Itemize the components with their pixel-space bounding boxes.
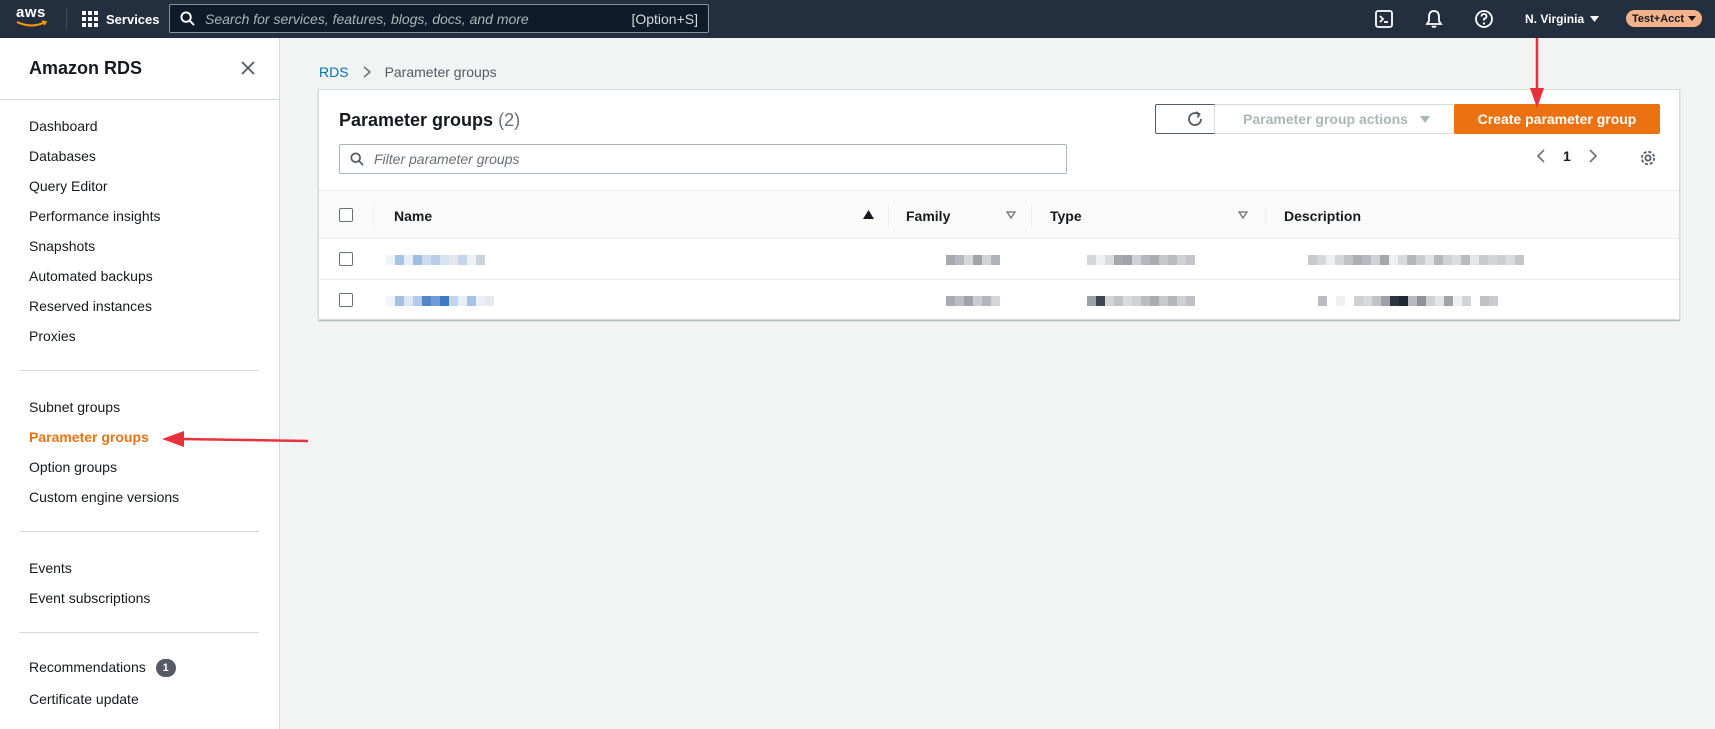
global-search-input[interactable]: Search for services, features, blogs, do…: [169, 4, 709, 33]
sidebar-item-parameter-groups[interactable]: Parameter groups: [29, 428, 149, 446]
notifications-icon[interactable]: [1424, 9, 1444, 29]
services-grid-icon: [82, 11, 98, 27]
panel-title-count: (2): [498, 110, 521, 130]
sidebar-divider: [19, 531, 259, 532]
search-placeholder: Search for services, features, blogs, do…: [205, 10, 529, 27]
sort-icon: [1238, 211, 1248, 219]
sidebar-item-events[interactable]: Events: [29, 559, 72, 577]
redacted-description: [1318, 296, 1498, 306]
column-label: Family: [906, 207, 951, 224]
column-separator: [1265, 205, 1266, 227]
aws-logo[interactable]: aws: [16, 4, 50, 32]
services-label: Services: [106, 11, 160, 27]
pagination: 1: [1536, 148, 1598, 164]
top-navigation: aws Services Search for services, featur…: [0, 0, 1715, 38]
redacted-family: [946, 255, 1000, 265]
create-parameter-group-button[interactable]: Create parameter group: [1454, 104, 1660, 134]
redacted-type: [1087, 255, 1195, 265]
breadcrumb: RDS Parameter groups: [319, 64, 497, 80]
chevron-right-icon: [363, 66, 371, 78]
sidebar-item-query-editor[interactable]: Query Editor: [29, 177, 108, 195]
column-label: Type: [1050, 207, 1082, 224]
search-icon: [350, 152, 364, 166]
column-header-description[interactable]: Description: [1284, 191, 1484, 240]
sidebar-item-reserved-instances[interactable]: Reserved instances: [29, 297, 152, 315]
redacted-name[interactable]: [386, 255, 485, 265]
sidebar-item-recommendations[interactable]: Recommendations 1: [29, 658, 176, 678]
column-header-name[interactable]: Name: [394, 191, 874, 240]
sidebar-item-label: Recommendations: [29, 659, 146, 675]
nav-separator: [66, 8, 67, 30]
sidebar-divider: [19, 632, 259, 633]
sort-ascending-icon: [863, 210, 874, 219]
caret-down-icon: [1419, 115, 1430, 123]
column-separator: [373, 205, 374, 227]
aws-logo-text: aws: [16, 4, 46, 21]
sort-icon: [1006, 211, 1016, 219]
sidebar-item-certificate-update[interactable]: Certificate update: [29, 690, 139, 708]
caret-down-icon: [1590, 16, 1600, 22]
filter-parameter-groups-input[interactable]: Filter parameter groups: [339, 144, 1067, 174]
search-icon: [180, 11, 195, 26]
sidebar-title: Amazon RDS: [29, 58, 143, 78]
table-header: Name Family Type Description: [319, 190, 1679, 239]
services-menu-button[interactable]: Services: [82, 0, 160, 38]
chevron-right-icon[interactable]: [1589, 149, 1598, 163]
column-label: Description: [1284, 207, 1362, 224]
side-navigation: Amazon RDS Dashboard Databases Query Edi…: [0, 38, 280, 729]
sidebar-item-databases[interactable]: Databases: [29, 147, 96, 165]
sidebar-header-divider: [0, 99, 280, 100]
region-label: N. Virginia: [1525, 12, 1585, 26]
recommendations-count-badge: 1: [155, 659, 176, 678]
account-label: Test+Acct: [1632, 12, 1685, 25]
sidebar-item-snapshots[interactable]: Snapshots: [29, 237, 95, 255]
redacted-type: [1087, 296, 1195, 306]
column-separator: [1031, 205, 1032, 227]
panel-title: Parameter groups (2): [339, 110, 520, 131]
search-shortcut: [Option+S]: [631, 10, 698, 27]
caret-down-icon: [1688, 16, 1697, 21]
sidebar-divider: [19, 370, 259, 371]
redacted-description: [1308, 255, 1524, 265]
row-checkbox[interactable]: [339, 293, 353, 307]
redacted-family: [946, 296, 1000, 306]
help-icon[interactable]: [1474, 9, 1494, 29]
close-icon[interactable]: [240, 60, 256, 76]
breadcrumb-rds-link[interactable]: RDS: [319, 64, 349, 80]
chevron-left-icon[interactable]: [1536, 149, 1545, 163]
breadcrumb-current: Parameter groups: [384, 64, 497, 80]
row-checkbox[interactable]: [339, 252, 353, 266]
filter-placeholder: Filter parameter groups: [374, 151, 520, 167]
column-separator: [888, 205, 889, 227]
column-header-type[interactable]: Type: [1050, 191, 1248, 240]
select-all-checkbox[interactable]: [339, 208, 353, 222]
refresh-icon: [1187, 111, 1202, 126]
table-row[interactable]: [319, 281, 1679, 321]
table-row[interactable]: [319, 240, 1679, 280]
region-selector[interactable]: N. Virginia: [1525, 0, 1600, 38]
sidebar-item-automated-backups[interactable]: Automated backups: [29, 267, 153, 285]
gear-icon[interactable]: [1639, 149, 1657, 167]
sidebar-item-proxies[interactable]: Proxies: [29, 327, 76, 345]
redacted-name[interactable]: [386, 296, 494, 306]
sidebar-item-event-subscriptions[interactable]: Event subscriptions: [29, 589, 150, 607]
sidebar-item-option-groups[interactable]: Option groups: [29, 458, 117, 476]
parameter-group-actions-button[interactable]: Parameter group actions: [1214, 104, 1459, 134]
sidebar-item-custom-engine-versions[interactable]: Custom engine versions: [29, 488, 179, 506]
actions-label: Parameter group actions: [1243, 111, 1408, 127]
account-menu[interactable]: Test+Acct: [1626, 10, 1703, 27]
panel-title-text: Parameter groups: [339, 110, 494, 130]
sidebar-item-dashboard[interactable]: Dashboard: [29, 117, 98, 135]
sidebar-item-performance-insights[interactable]: Performance insights: [29, 207, 161, 225]
column-header-family[interactable]: Family: [906, 191, 1016, 240]
sidebar-item-subnet-groups[interactable]: Subnet groups: [29, 398, 120, 416]
cloudshell-icon[interactable]: [1374, 9, 1394, 29]
page-number[interactable]: 1: [1563, 148, 1571, 164]
column-label: Name: [394, 207, 433, 224]
parameter-groups-panel: Parameter groups (2) Parameter group act…: [318, 89, 1680, 320]
